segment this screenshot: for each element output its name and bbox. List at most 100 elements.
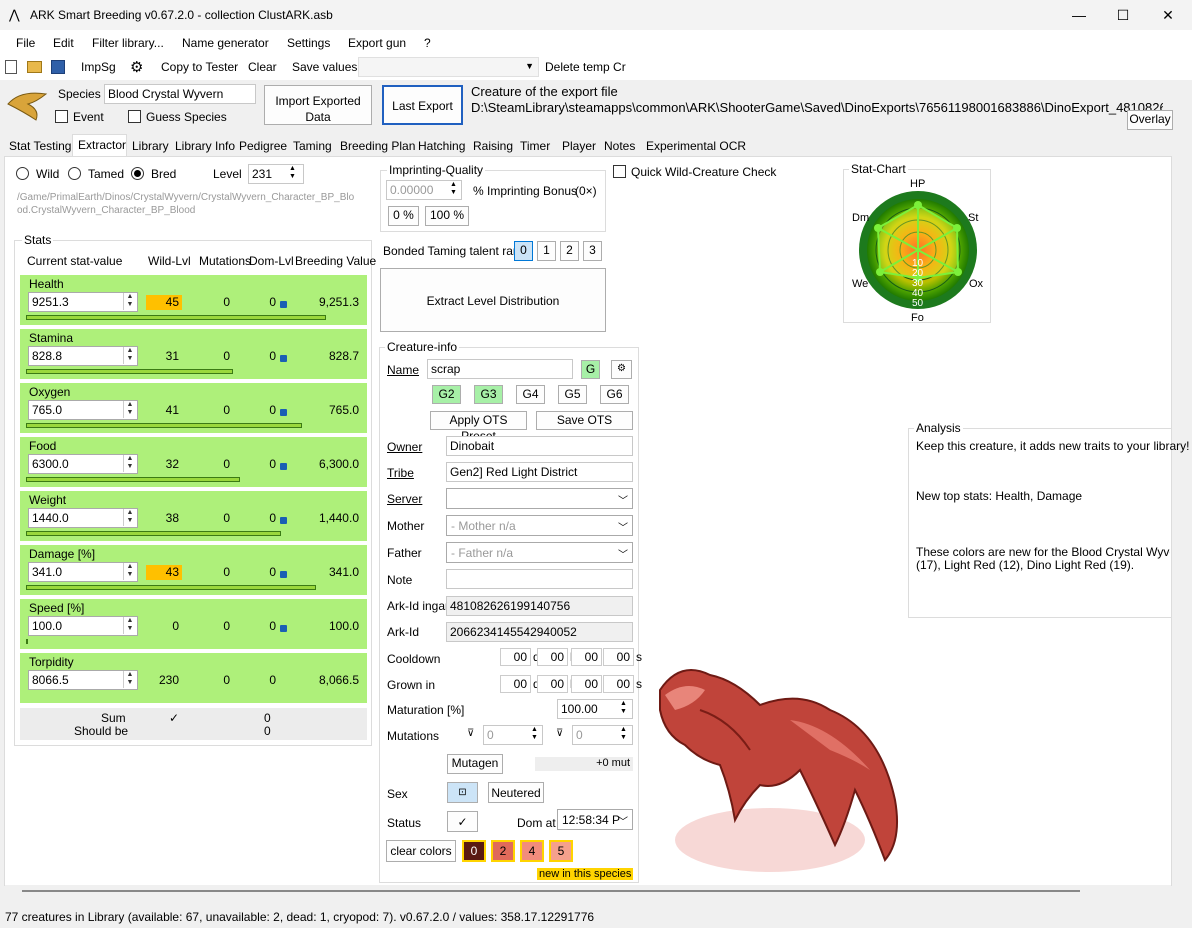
gen-g3-button[interactable]: G3 [474, 385, 503, 404]
menu-name-generator[interactable]: Name generator [182, 36, 269, 50]
time-input[interactable]: 00 [571, 648, 602, 666]
time-input[interactable]: 00 [603, 675, 634, 693]
save-values-button[interactable]: Save values [292, 60, 357, 74]
neutered-button[interactable]: Neutered [488, 782, 544, 803]
stat-value-input[interactable]: 341.0 [28, 562, 138, 582]
scrollbar-thumb[interactable] [22, 890, 1080, 892]
color-region-button[interactable]: 0 [462, 840, 486, 862]
copy-to-tester-button[interactable]: Copy to Tester [161, 60, 238, 74]
extract-level-button[interactable]: Extract Level Distribution [380, 268, 606, 332]
time-input[interactable]: 00 [500, 648, 531, 666]
name-generator-button[interactable]: G [581, 360, 600, 379]
rank-0-button[interactable]: 0 [514, 241, 533, 261]
imprinting-stepper[interactable]: ▲ ▼ [450, 181, 457, 197]
tab-pedigree[interactable]: Pedigree [239, 139, 287, 153]
stat-value-input[interactable]: 765.0 [28, 400, 138, 420]
mutations-maternal-stepper[interactable]: ▲ ▼ [531, 726, 538, 742]
temp-creature-combo[interactable]: ▼ [358, 57, 539, 77]
maximize-button[interactable]: ☐ [1100, 0, 1146, 30]
tab-taming[interactable]: Taming [293, 139, 332, 153]
mutagen-button[interactable]: Mutagen [447, 754, 503, 774]
wild-radio[interactable] [16, 167, 29, 180]
lock-icon[interactable] [280, 517, 287, 524]
tamed-radio[interactable] [68, 167, 81, 180]
open-folder-icon[interactable] [27, 61, 42, 73]
stat-value-stepper[interactable]: ▲ ▼ [123, 401, 136, 418]
mutations-paternal-stepper[interactable]: ▲ ▼ [620, 726, 627, 742]
time-input[interactable]: 00 [603, 648, 634, 666]
menu-help[interactable]: ? [424, 36, 431, 50]
stat-value-input[interactable]: 6300.0 [28, 454, 138, 474]
stat-value-input[interactable]: 828.8 [28, 346, 138, 366]
tab-library[interactable]: Library [132, 139, 169, 153]
rank-1-button[interactable]: 1 [537, 241, 556, 261]
color-region-button[interactable]: 4 [520, 840, 544, 862]
level-stepper[interactable]: ▲ ▼ [289, 165, 296, 181]
import-exported-button[interactable]: Import Exported Data [264, 85, 372, 125]
stat-value-stepper[interactable]: ▲ ▼ [123, 347, 136, 364]
gear-icon[interactable]: ⚙ [130, 58, 143, 76]
stat-value-input[interactable]: 9251.3 [28, 292, 138, 312]
father-select[interactable]: - Father n/a ﹀ [446, 542, 633, 563]
tab-breeding-plan[interactable]: Breeding Plan [340, 139, 415, 153]
gen-g2-button[interactable]: G2 [432, 385, 461, 404]
lock-icon[interactable] [280, 625, 287, 632]
stat-value-stepper[interactable]: ▲ ▼ [123, 617, 136, 634]
save-icon[interactable] [51, 60, 65, 74]
overlay-button[interactable]: Overlay [1127, 110, 1173, 130]
new-file-icon[interactable] [5, 60, 17, 74]
dom-at-picker[interactable]: 12:58:34 PM﹀ [557, 809, 633, 830]
menu-edit[interactable]: Edit [53, 36, 74, 50]
guess-species-checkbox[interactable] [128, 110, 141, 123]
tab-raising[interactable]: Raising [473, 139, 513, 153]
tab-extractor[interactable]: Extractor [78, 138, 126, 152]
stat-value-stepper[interactable]: ▲ ▼ [123, 563, 136, 580]
horizontal-scrollbar[interactable] [5, 885, 1171, 897]
stat-value-input[interactable]: 8066.5 [28, 670, 138, 690]
color-region-button[interactable]: 2 [491, 840, 515, 862]
gen-g4-button[interactable]: G4 [516, 385, 545, 404]
lock-icon[interactable] [280, 355, 287, 362]
menu-export-gun[interactable]: Export gun [348, 36, 406, 50]
stat-value-input[interactable]: 100.0 [28, 616, 138, 636]
color-region-button[interactable]: 5 [549, 840, 573, 862]
server-select[interactable]: ﹀ [446, 488, 633, 509]
stat-value-stepper[interactable]: ▲ ▼ [123, 293, 136, 310]
impsg-button[interactable]: ImpSg [81, 60, 116, 74]
lock-icon[interactable] [280, 463, 287, 470]
stat-value-stepper[interactable]: ▲ ▼ [123, 671, 136, 688]
tab-stat-testing[interactable]: Stat Testing [9, 139, 71, 153]
rank-2-button[interactable]: 2 [560, 241, 579, 261]
time-input[interactable]: 00 [537, 675, 568, 693]
owner-input[interactable]: Dinobait [446, 436, 633, 456]
clear-button[interactable]: Clear [248, 60, 277, 74]
name-input[interactable]: scrap [427, 359, 573, 379]
arkid-input[interactable]: 2066234145542940052 [446, 622, 633, 642]
time-input[interactable]: 00 [571, 675, 602, 693]
stat-value-stepper[interactable]: ▲ ▼ [123, 455, 136, 472]
apply-ots-button[interactable]: Apply OTS Preset [430, 411, 527, 443]
minimize-button[interactable]: — [1056, 0, 1102, 30]
menu-file[interactable]: File [16, 36, 35, 50]
name-settings-button[interactable]: ⚙ [611, 360, 632, 379]
rank-3-button[interactable]: 3 [583, 241, 602, 261]
delete-temp-button[interactable]: Delete temp Cr [545, 60, 626, 74]
lock-icon[interactable] [280, 571, 287, 578]
species-input[interactable]: Blood Crystal Wyvern [104, 84, 256, 104]
note-input[interactable] [446, 569, 633, 589]
tab-library-info[interactable]: Library Info [175, 139, 235, 153]
tab-hatching[interactable]: Hatching [418, 139, 465, 153]
tab-player[interactable]: Player [562, 139, 596, 153]
imprinting-100-button[interactable]: 100 % [425, 206, 469, 226]
status-button[interactable]: ✓ [447, 811, 478, 832]
stat-value-input[interactable]: 1440.0 [28, 508, 138, 528]
last-export-button[interactable]: Last Export [382, 85, 463, 125]
sex-button[interactable]: ⊡ [447, 782, 478, 803]
event-checkbox[interactable] [55, 110, 68, 123]
maturation-stepper[interactable]: ▲ ▼ [620, 700, 627, 716]
lock-icon[interactable] [280, 409, 287, 416]
bred-radio[interactable] [131, 167, 144, 180]
stat-value-stepper[interactable]: ▲ ▼ [123, 509, 136, 526]
gen-g6-button[interactable]: G6 [600, 385, 629, 404]
quick-wild-checkbox[interactable] [613, 165, 626, 178]
